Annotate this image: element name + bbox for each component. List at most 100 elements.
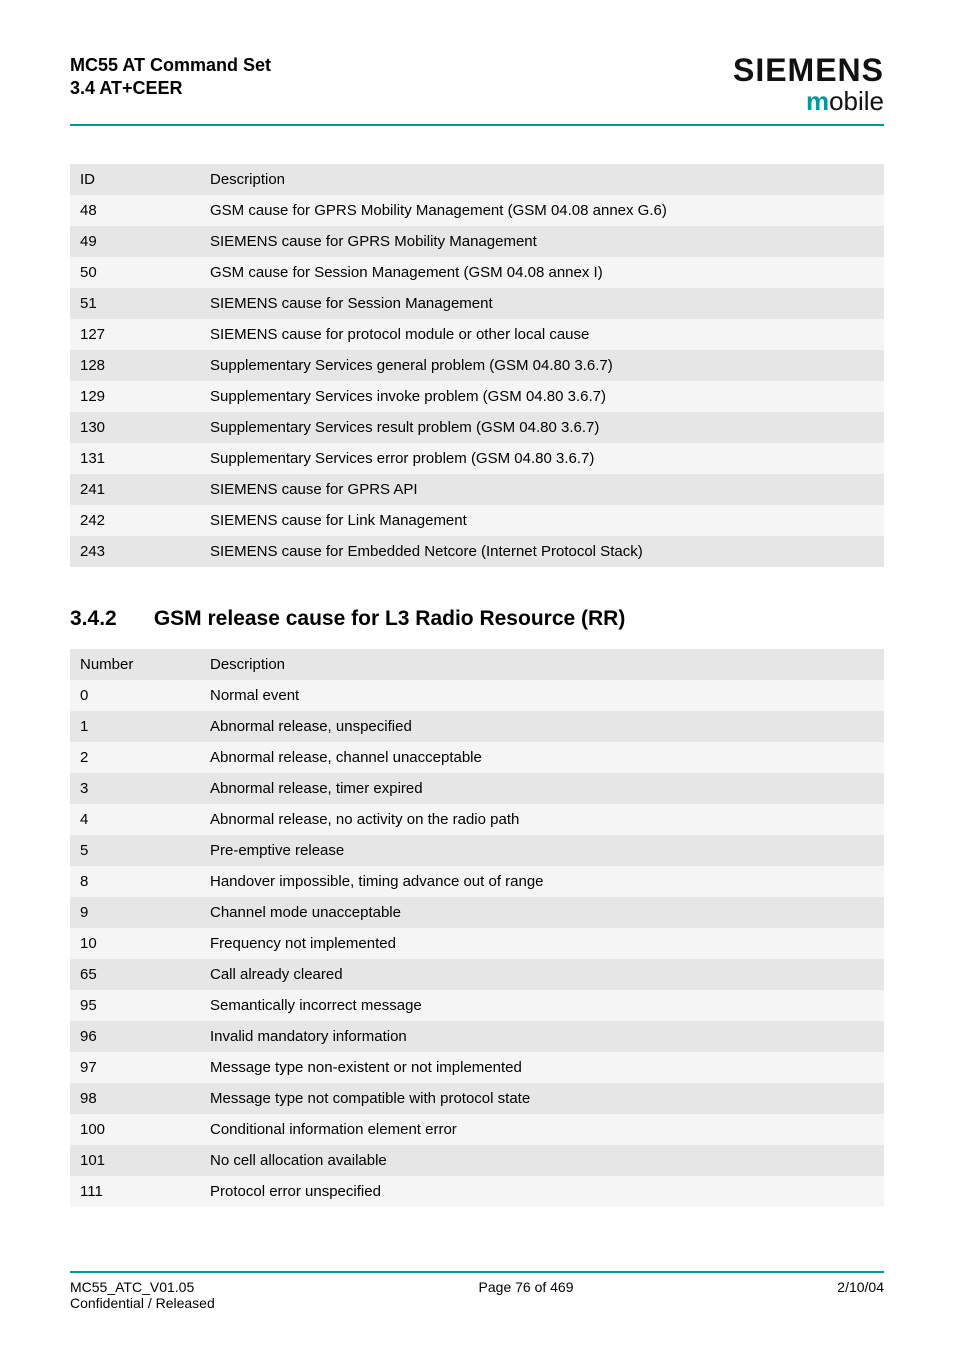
cell-id: 10 [70, 928, 200, 959]
cell-desc: Conditional information element error [200, 1114, 884, 1145]
table-row: 0Normal event [70, 680, 884, 711]
cell-id: 242 [70, 505, 200, 536]
table-row: 48GSM cause for GPRS Mobility Management… [70, 195, 884, 226]
th-id: ID [70, 164, 200, 195]
table-row: 243SIEMENS cause for Embedded Netcore (I… [70, 536, 884, 567]
cell-desc: SIEMENS cause for Link Management [200, 505, 884, 536]
table-row: 1Abnormal release, unspecified [70, 711, 884, 742]
table-row: 10Frequency not implemented [70, 928, 884, 959]
table-row: 130Supplementary Services result problem… [70, 412, 884, 443]
cell-desc: Supplementary Services result problem (G… [200, 412, 884, 443]
table-row: 2Abnormal release, channel unacceptable [70, 742, 884, 773]
cell-id: 48 [70, 195, 200, 226]
table-row: 111Protocol error unspecified [70, 1176, 884, 1207]
table-header-row: ID Description [70, 164, 884, 195]
cell-id: 9 [70, 897, 200, 928]
table-row: 4Abnormal release, no activity on the ra… [70, 804, 884, 835]
table-row: 8Handover impossible, timing advance out… [70, 866, 884, 897]
cell-id: 8 [70, 866, 200, 897]
table-header-row: Number Description [70, 649, 884, 680]
cell-desc: Frequency not implemented [200, 928, 884, 959]
table-row: 65Call already cleared [70, 959, 884, 990]
cell-desc: SIEMENS cause for Embedded Netcore (Inte… [200, 536, 884, 567]
footer-date: 2/10/04 [837, 1279, 884, 1311]
cell-id: 5 [70, 835, 200, 866]
cell-id: 243 [70, 536, 200, 567]
cell-desc: Abnormal release, timer expired [200, 773, 884, 804]
table-row: 241SIEMENS cause for GPRS API [70, 474, 884, 505]
cell-desc: GSM cause for Session Management (GSM 04… [200, 257, 884, 288]
cell-id: 0 [70, 680, 200, 711]
cell-id: 131 [70, 443, 200, 474]
cell-desc: GSM cause for GPRS Mobility Management (… [200, 195, 884, 226]
cell-id: 98 [70, 1083, 200, 1114]
cell-id: 50 [70, 257, 200, 288]
cell-id: 101 [70, 1145, 200, 1176]
cell-desc: Message type not compatible with protoco… [200, 1083, 884, 1114]
page-footer: MC55_ATC_V01.05 Confidential / Released … [70, 1271, 884, 1311]
cell-desc: Supplementary Services error problem (GS… [200, 443, 884, 474]
cell-id: 241 [70, 474, 200, 505]
cell-desc: Pre-emptive release [200, 835, 884, 866]
cell-id: 49 [70, 226, 200, 257]
footer-divider [70, 1271, 884, 1273]
cell-desc: Supplementary Services invoke problem (G… [200, 381, 884, 412]
cell-id: 128 [70, 350, 200, 381]
footer-confidentiality: Confidential / Released [70, 1295, 215, 1311]
cell-id: 129 [70, 381, 200, 412]
doc-section: 3.4 AT+CEER [70, 77, 271, 100]
section-title: GSM release cause for L3 Radio Resource … [154, 607, 626, 630]
footer-version: MC55_ATC_V01.05 [70, 1279, 215, 1295]
table-number-description: Number Description 0Normal event 1Abnorm… [70, 649, 884, 1207]
cell-desc: Channel mode unacceptable [200, 897, 884, 928]
th-number: Number [70, 649, 200, 680]
table-row: 97Message type non-existent or not imple… [70, 1052, 884, 1083]
header-left: MC55 AT Command Set 3.4 AT+CEER [70, 54, 271, 101]
cell-desc: Protocol error unspecified [200, 1176, 884, 1207]
table-row: 129Supplementary Services invoke problem… [70, 381, 884, 412]
header-right: SIEMENS mobile [733, 54, 884, 114]
table-row: 49SIEMENS cause for GPRS Mobility Manage… [70, 226, 884, 257]
cell-id: 3 [70, 773, 200, 804]
table-row: 127SIEMENS cause for protocol module or … [70, 319, 884, 350]
table-row: 3Abnormal release, timer expired [70, 773, 884, 804]
cell-desc: Normal event [200, 680, 884, 711]
cell-id: 100 [70, 1114, 200, 1145]
brand-sub-m: m [806, 86, 829, 116]
cell-desc: Abnormal release, no activity on the rad… [200, 804, 884, 835]
cell-desc: SIEMENS cause for GPRS API [200, 474, 884, 505]
table-row: 101No cell allocation available [70, 1145, 884, 1176]
th-description: Description [200, 164, 884, 195]
cell-desc: Call already cleared [200, 959, 884, 990]
table-row: 95Semantically incorrect message [70, 990, 884, 1021]
table-row: 131Supplementary Services error problem … [70, 443, 884, 474]
cell-desc: SIEMENS cause for protocol module or oth… [200, 319, 884, 350]
table-row: 128Supplementary Services general proble… [70, 350, 884, 381]
cell-desc: SIEMENS cause for Session Management [200, 288, 884, 319]
cell-desc: Supplementary Services general problem (… [200, 350, 884, 381]
table-row: 9Channel mode unacceptable [70, 897, 884, 928]
table-row: 100Conditional information element error [70, 1114, 884, 1145]
cell-id: 1 [70, 711, 200, 742]
table-id-description: ID Description 48GSM cause for GPRS Mobi… [70, 164, 884, 567]
table-row: 5Pre-emptive release [70, 835, 884, 866]
cell-id: 65 [70, 959, 200, 990]
cell-id: 4 [70, 804, 200, 835]
cell-desc: Handover impossible, timing advance out … [200, 866, 884, 897]
doc-title: MC55 AT Command Set [70, 54, 271, 77]
cell-id: 2 [70, 742, 200, 773]
cell-desc: Invalid mandatory information [200, 1021, 884, 1052]
table-row: 96Invalid mandatory information [70, 1021, 884, 1052]
brand-subtext: mobile [733, 88, 884, 114]
footer-left: MC55_ATC_V01.05 Confidential / Released [70, 1279, 215, 1311]
section-number: 3.4.2 [70, 607, 148, 631]
section-heading: 3.4.2 GSM release cause for L3 Radio Res… [70, 607, 884, 631]
cell-id: 111 [70, 1176, 200, 1207]
cell-id: 130 [70, 412, 200, 443]
table-row: 51SIEMENS cause for Session Management [70, 288, 884, 319]
cell-desc: SIEMENS cause for GPRS Mobility Manageme… [200, 226, 884, 257]
brand-logo-text: SIEMENS [733, 54, 884, 86]
cell-id: 127 [70, 319, 200, 350]
cell-desc: Abnormal release, unspecified [200, 711, 884, 742]
cell-desc: No cell allocation available [200, 1145, 884, 1176]
